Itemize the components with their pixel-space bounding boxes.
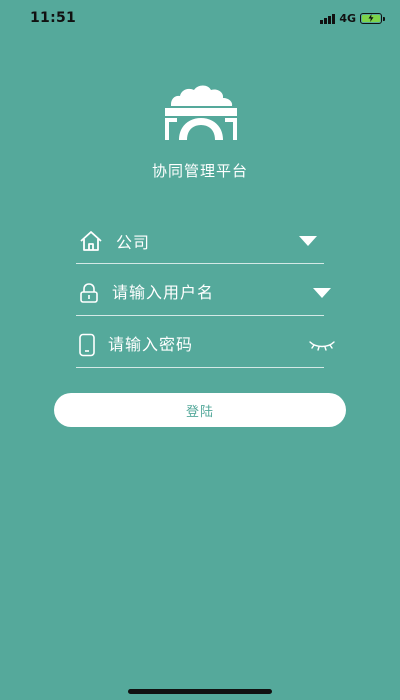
company-select[interactable]: 公司 bbox=[76, 218, 324, 264]
caret-down-icon[interactable] bbox=[312, 283, 332, 303]
home-icon bbox=[78, 228, 104, 254]
username-input[interactable] bbox=[112, 283, 312, 302]
company-label: 公司 bbox=[116, 232, 151, 252]
status-time: 11:51 bbox=[30, 10, 77, 26]
login-button[interactable]: 登陆 bbox=[54, 393, 346, 427]
password-input[interactable] bbox=[108, 335, 308, 354]
status-bar: 11:51 4G bbox=[0, 0, 400, 36]
lock-icon bbox=[78, 280, 100, 306]
app-title: 协同管理平台 bbox=[151, 162, 248, 180]
phone-icon bbox=[78, 332, 96, 358]
status-indicators: 4G bbox=[320, 11, 385, 25]
caret-down-icon[interactable] bbox=[294, 231, 322, 251]
eye-closed-icon[interactable] bbox=[308, 335, 336, 355]
home-indicator bbox=[128, 689, 272, 694]
platform-logo bbox=[165, 85, 237, 140]
signal-icon bbox=[320, 13, 336, 24]
username-field[interactable] bbox=[76, 270, 331, 316]
password-field[interactable] bbox=[76, 322, 335, 368]
network-type: 4G bbox=[339, 11, 356, 25]
battery-icon bbox=[360, 12, 385, 24]
